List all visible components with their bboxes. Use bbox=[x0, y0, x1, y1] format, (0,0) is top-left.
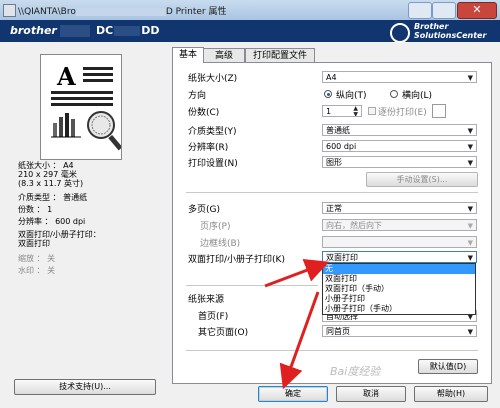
multi-page-label: 多页(G) bbox=[188, 205, 220, 215]
chevron-down-icon: ▼ bbox=[467, 74, 473, 82]
maximize-button[interactable] bbox=[432, 2, 456, 19]
divider bbox=[186, 350, 478, 351]
print-settings-label: 打印设置(N) bbox=[188, 159, 238, 169]
border-line-select[interactable]: ▼ bbox=[322, 236, 477, 248]
media-type-label: 介质类型(Y) bbox=[188, 127, 237, 137]
portrait-radio[interactable] bbox=[324, 90, 332, 98]
brand-redaction bbox=[60, 25, 90, 37]
first-page-label: 首页(F) bbox=[198, 312, 229, 322]
paper-size-label: 纸张大小(Z) bbox=[188, 74, 238, 84]
landscape-radio[interactable] bbox=[390, 90, 398, 98]
brand-logo: brother bbox=[10, 24, 57, 37]
summary-media-type: 介质类型 ： 普通纸 bbox=[18, 193, 88, 202]
copies-stepper[interactable]: 1 ▲ ▼ bbox=[322, 105, 362, 117]
brother-banner: brother DC DD Brother SolutionsCenter bbox=[0, 20, 500, 43]
resolution-select[interactable]: 600 dpi ▼ bbox=[322, 140, 477, 152]
solutions-center-link[interactable]: Brother SolutionsCenter bbox=[414, 22, 486, 40]
chevron-down-icon: ▼ bbox=[467, 205, 473, 213]
tab-basic[interactable]: 基本 bbox=[172, 47, 204, 63]
page-order-select[interactable]: 向右，然后向下 ▼ bbox=[322, 219, 477, 231]
border-line-label: 边框线(B) bbox=[200, 239, 241, 249]
cancel-button[interactable]: 取消 bbox=[336, 386, 406, 402]
baidu-watermark: Bai度经验 bbox=[330, 365, 381, 378]
duplex-option-booklet[interactable]: 小册子打印 bbox=[323, 294, 475, 304]
duplex-label: 双面打印/小册子打印(K) bbox=[188, 255, 285, 265]
duplex-option-duplex[interactable]: 双面打印 bbox=[323, 274, 475, 284]
window-title: \\QIANTA\Bro D Printer 属性 bbox=[18, 7, 227, 17]
orientation-label: 方向 bbox=[188, 91, 207, 101]
summary-resolution: 分辨率 ： 600 dpi bbox=[18, 217, 86, 226]
collate-label: 逐份打印(E) bbox=[378, 108, 427, 118]
help-button[interactable]: 帮助(H) bbox=[414, 386, 488, 402]
printer-icon bbox=[3, 4, 16, 17]
duplex-options-list: 无 双面打印 双面打印（手动） 小册子打印 小册子打印（手动） bbox=[322, 263, 476, 315]
chevron-down-icon: ▼ bbox=[467, 254, 473, 262]
default-button[interactable]: 默认值(D) bbox=[418, 359, 478, 374]
summary-copies: 份数 ： 1 bbox=[18, 205, 53, 214]
landscape-label: 横向(L) bbox=[402, 91, 433, 101]
summary-duplex-value: 双面打印 bbox=[18, 239, 50, 248]
media-type-select[interactable]: 普通纸 ▼ bbox=[322, 124, 477, 136]
portrait-label: 纵向(T) bbox=[336, 91, 367, 101]
stepper-arrows-icon: ▲ ▼ bbox=[353, 105, 358, 117]
minimize-button[interactable] bbox=[408, 2, 432, 19]
close-button[interactable]: ✕ bbox=[457, 2, 497, 19]
chevron-down-icon: ▼ bbox=[467, 239, 473, 247]
duplex-select[interactable]: 双面打印 ▼ bbox=[322, 251, 477, 263]
summary-dimensions-in: (8.3 x 11.7 英寸) bbox=[18, 179, 84, 188]
support-button[interactable]: 技术支持(U)... bbox=[14, 379, 156, 395]
chevron-down-icon: ▼ bbox=[467, 222, 473, 230]
solutions-center-icon[interactable] bbox=[390, 23, 410, 43]
other-pages-select[interactable]: 同首页 ▼ bbox=[322, 325, 477, 337]
copies-label: 份数(C) bbox=[188, 108, 220, 118]
divider bbox=[186, 285, 318, 286]
chevron-down-icon: ▼ bbox=[467, 328, 473, 336]
print-settings-select[interactable]: 图形 ▼ bbox=[322, 156, 477, 168]
title-bar: \\QIANTA\Bro D Printer 属性 ✕ bbox=[0, 0, 500, 21]
chevron-down-icon: ▼ bbox=[467, 143, 473, 151]
paper-size-select[interactable]: A4 ▼ bbox=[322, 71, 477, 83]
page-preview: A bbox=[40, 54, 123, 160]
manual-settings-button[interactable]: 手动设置(S)... bbox=[366, 172, 478, 187]
multi-page-select[interactable]: 正常 ▼ bbox=[322, 202, 477, 214]
resolution-label: 分辨率(R) bbox=[188, 143, 229, 153]
close-icon: ✕ bbox=[472, 3, 482, 16]
summary-watermark: 水印 ： 关 bbox=[18, 266, 56, 275]
svg-text:A: A bbox=[56, 62, 76, 91]
model-name: DC DD bbox=[96, 24, 160, 37]
divider bbox=[186, 192, 478, 193]
page-order-label: 页序(P) bbox=[200, 222, 231, 232]
chevron-down-icon: ▼ bbox=[467, 127, 473, 135]
tab-print-profiles[interactable]: 打印配置文件 bbox=[245, 48, 315, 63]
tab-advanced[interactable]: 高级 bbox=[203, 48, 245, 63]
duplex-option-duplex-manual[interactable]: 双面打印（手动） bbox=[323, 284, 475, 294]
chevron-down-icon: ▼ bbox=[467, 159, 473, 167]
collate-icon bbox=[432, 104, 446, 118]
paper-source-label: 纸张来源 bbox=[188, 295, 225, 305]
other-pages-label: 其它页面(O) bbox=[198, 328, 249, 338]
document-preview-icon: A bbox=[51, 62, 123, 151]
ok-button[interactable]: 确定 bbox=[258, 386, 328, 402]
summary-scaling: 缩放 ： 关 bbox=[18, 254, 56, 263]
collate-checkbox[interactable] bbox=[368, 107, 376, 115]
duplex-option-booklet-manual[interactable]: 小册子打印（手动） bbox=[323, 304, 475, 314]
duplex-option-none[interactable]: 无 bbox=[323, 264, 475, 274]
